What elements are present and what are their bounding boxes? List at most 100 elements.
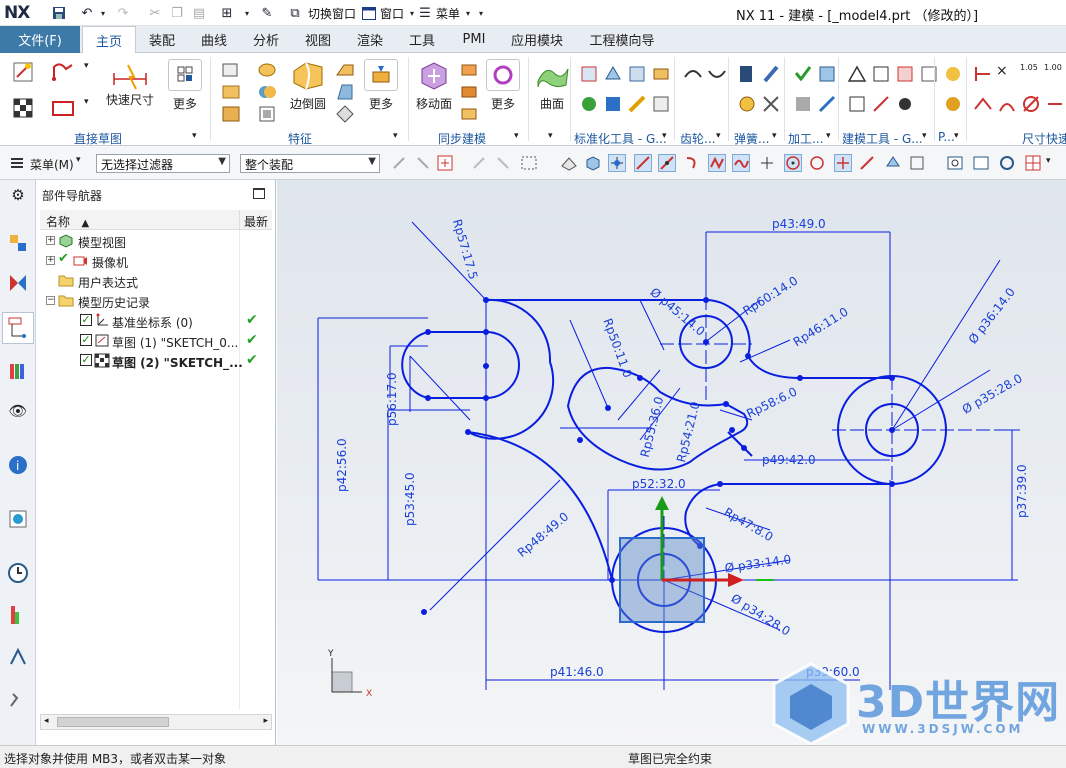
snap-midpoint-icon[interactable] xyxy=(658,154,676,172)
select-tool-4-icon[interactable] xyxy=(470,154,488,172)
hole-icon[interactable] xyxy=(220,81,242,103)
group-machining-dropdown-icon[interactable]: ▾ xyxy=(826,131,836,141)
extrude-icon[interactable] xyxy=(220,59,242,81)
sync-more-button[interactable]: 更多 xyxy=(486,59,520,112)
render-style-icon[interactable] xyxy=(1024,154,1042,172)
build-tool-3-icon[interactable] xyxy=(894,63,916,85)
unite-icon[interactable] xyxy=(256,81,278,103)
visibility-checkbox[interactable]: ✓ xyxy=(80,314,92,326)
tab-applications[interactable]: 应用模块 xyxy=(506,26,568,53)
snap-intersection-icon[interactable] xyxy=(758,154,776,172)
tree-row-model-history[interactable]: − 模型历史记录 xyxy=(40,291,272,311)
gear-icon[interactable]: ⚙ xyxy=(7,184,29,206)
roles-icon[interactable] xyxy=(7,646,29,668)
spring-tool-3-icon[interactable] xyxy=(736,93,758,115)
reuse-library-icon[interactable] xyxy=(7,360,29,382)
feature-more-button[interactable]: 更多 xyxy=(364,59,398,112)
scroll-left-icon[interactable]: ◂ xyxy=(44,716,49,726)
save-icon[interactable] xyxy=(50,4,68,22)
history-icon[interactable] xyxy=(7,562,29,584)
finish-sketch-icon[interactable] xyxy=(12,97,34,119)
std-tool-2-icon[interactable] xyxy=(602,63,624,85)
build-tool-1-icon[interactable] xyxy=(846,63,868,85)
selection-scope-select[interactable]: 整个装配 ▼ xyxy=(240,154,380,173)
rectangle-icon[interactable] xyxy=(50,97,74,119)
layout-dropdown-icon[interactable]: ▾ xyxy=(238,4,256,22)
std-tool-4-icon[interactable] xyxy=(650,63,672,85)
gear-tool-2-icon[interactable] xyxy=(706,63,728,85)
dim-tool-7-icon[interactable] xyxy=(1020,93,1042,115)
snap-on-curve-icon[interactable] xyxy=(858,154,876,172)
system-scene-icon[interactable] xyxy=(7,688,29,710)
move-face-button[interactable]: 移动面 xyxy=(416,59,452,112)
pattern-icon[interactable] xyxy=(334,103,356,125)
snap-point-icon[interactable] xyxy=(834,154,852,172)
column-divider[interactable] xyxy=(239,210,240,230)
revolve-icon[interactable] xyxy=(256,59,278,81)
view-fit-icon[interactable] xyxy=(946,154,964,172)
quick-dimension-button[interactable]: 快速尺寸 xyxy=(106,59,154,108)
constraint-navigator-icon[interactable] xyxy=(7,272,29,294)
std-tool-7-icon[interactable] xyxy=(626,93,648,115)
offset-region-icon[interactable] xyxy=(458,81,480,103)
menu-dropdown-icon[interactable]: ▾ xyxy=(76,155,81,165)
switch-window-icon[interactable]: ⧉ xyxy=(286,4,304,22)
tab-home[interactable]: 主页 xyxy=(82,26,136,53)
web-browser-icon[interactable] xyxy=(7,508,29,530)
select-tool-2-icon[interactable] xyxy=(414,154,432,172)
edge-blend-button[interactable]: 边倒圆 xyxy=(290,59,326,112)
spring-tool-1-icon[interactable] xyxy=(736,63,758,85)
surface-dropdown-icon[interactable]: ▾ xyxy=(548,131,558,141)
menu-icon[interactable] xyxy=(8,154,26,172)
std-tool-1-icon[interactable] xyxy=(578,63,600,85)
tab-assembly[interactable]: 装配 xyxy=(140,26,184,53)
build-tool-2-icon[interactable] xyxy=(870,63,892,85)
std-tool-6-icon[interactable] xyxy=(602,93,624,115)
info-icon[interactable]: i xyxy=(7,454,29,476)
menu-button[interactable]: 菜单 xyxy=(436,5,460,22)
tree-row-sketch-2[interactable]: ✓ 草图 (2) "SKETCH_... ✔ xyxy=(40,351,272,371)
tree-row-user-expressions[interactable]: 用户表达式 xyxy=(40,271,272,291)
rectangle-dropdown-icon[interactable]: ▾ xyxy=(84,97,94,119)
collapse-icon[interactable]: − xyxy=(46,296,55,305)
machining-tool-3-icon[interactable] xyxy=(792,93,814,115)
replace-face-icon[interactable] xyxy=(458,59,480,81)
std-tool-3-icon[interactable] xyxy=(626,63,648,85)
part-navigator-icon[interactable] xyxy=(2,312,34,344)
dim-tool-2-icon[interactable]: × xyxy=(996,63,1018,85)
redo-icon[interactable]: ↷ xyxy=(114,4,132,22)
copy-icon[interactable]: ❐ xyxy=(168,4,186,22)
machining-tool-1-icon[interactable] xyxy=(792,63,814,85)
render-style-dropdown-icon[interactable]: ▾ xyxy=(1046,156,1051,166)
assembly-navigator-icon[interactable] xyxy=(7,232,29,254)
tree-row-sketch-1[interactable]: ✓ 草图 (1) "SKETCH_0... ✔ xyxy=(40,331,272,351)
dim-tool-6-icon[interactable] xyxy=(996,93,1018,115)
spring-tool-2-icon[interactable] xyxy=(760,63,782,85)
window-menu-button[interactable]: 窗口 xyxy=(380,5,404,22)
scroll-right-icon[interactable]: ▸ xyxy=(263,716,268,726)
select-tool-7-icon[interactable] xyxy=(584,154,602,172)
group-gear-dropdown-icon[interactable]: ▾ xyxy=(716,131,726,141)
select-rectangle-icon[interactable] xyxy=(520,154,538,172)
tab-tooling-wizard[interactable]: 工程模向导 xyxy=(582,26,662,53)
select-tool-1-icon[interactable] xyxy=(390,154,408,172)
tab-analysis[interactable]: 分析 xyxy=(244,26,288,53)
rotate-icon[interactable] xyxy=(998,154,1016,172)
build-tool-6-icon[interactable] xyxy=(870,93,892,115)
selection-filter-select[interactable]: 无选择过滤器 ▼ xyxy=(96,154,230,173)
group-feature-dropdown-icon[interactable]: ▾ xyxy=(393,131,403,141)
surface-button[interactable]: 曲面 xyxy=(534,59,570,112)
maximize-icon[interactable] xyxy=(253,188,265,199)
snap-endpoint-icon[interactable] xyxy=(608,154,626,172)
build-tool-7-icon[interactable] xyxy=(894,93,916,115)
group-spring-dropdown-icon[interactable]: ▾ xyxy=(772,131,782,141)
dim-tool-1-icon[interactable] xyxy=(972,63,994,85)
select-tool-6-icon[interactable] xyxy=(560,154,578,172)
profile-dropdown-icon[interactable]: ▾ xyxy=(84,61,94,83)
tree-row-cameras[interactable]: + ✔ 摄像机 xyxy=(40,251,272,271)
sketch-icon[interactable] xyxy=(12,61,34,83)
select-tool-3-icon[interactable] xyxy=(436,154,454,172)
dim-tool-3-icon[interactable]: 1.05 xyxy=(1020,63,1042,85)
group-p-dropdown-icon[interactable]: ▾ xyxy=(954,131,964,141)
p-tool-2-icon[interactable] xyxy=(942,93,964,115)
